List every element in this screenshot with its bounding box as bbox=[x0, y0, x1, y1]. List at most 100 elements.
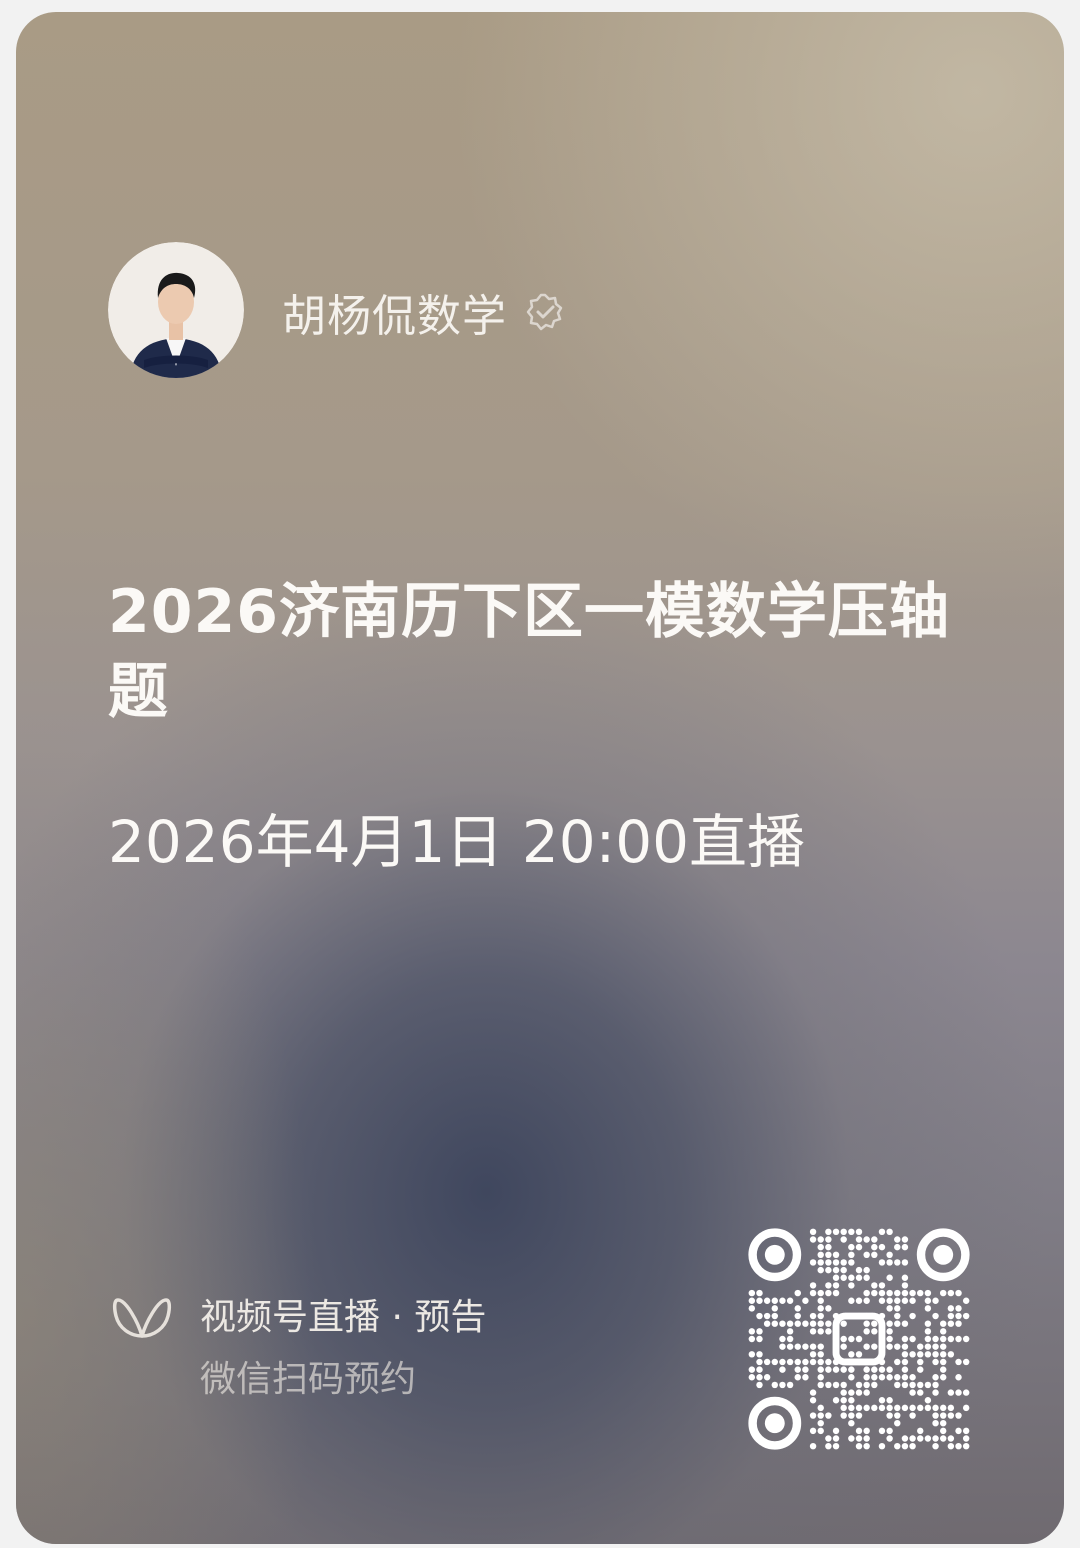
qr-module bbox=[748, 1351, 756, 1358]
qr-module bbox=[932, 1442, 939, 1450]
qr-module bbox=[809, 1236, 817, 1243]
qr-module bbox=[832, 1397, 840, 1404]
qr-module bbox=[756, 1328, 763, 1335]
qr-module bbox=[947, 1320, 955, 1327]
author-avatar[interactable] bbox=[108, 242, 244, 378]
qr-module bbox=[779, 1366, 786, 1373]
qr-module bbox=[932, 1374, 939, 1381]
qr-module bbox=[878, 1404, 886, 1412]
qr-module bbox=[917, 1358, 924, 1366]
qr-module bbox=[894, 1312, 901, 1320]
qr-module bbox=[855, 1442, 863, 1450]
author-row[interactable]: 胡杨侃数学 bbox=[282, 280, 565, 344]
qr-module bbox=[947, 1351, 955, 1358]
qr-module bbox=[901, 1259, 909, 1266]
qr-module bbox=[894, 1297, 901, 1304]
qr-module bbox=[863, 1374, 870, 1381]
qr-module bbox=[901, 1320, 909, 1327]
qr-module bbox=[863, 1289, 870, 1297]
qr-module bbox=[901, 1442, 909, 1450]
qr-module bbox=[939, 1427, 947, 1435]
qr-module bbox=[817, 1404, 824, 1412]
qr-module bbox=[939, 1335, 947, 1343]
qr-module bbox=[817, 1351, 824, 1358]
qr-module bbox=[955, 1320, 962, 1327]
qr-module bbox=[932, 1358, 939, 1366]
qr-module bbox=[871, 1243, 878, 1251]
qr-module bbox=[932, 1412, 939, 1419]
qr-module bbox=[771, 1381, 779, 1389]
qr-module bbox=[794, 1374, 801, 1381]
qr-module bbox=[855, 1266, 863, 1274]
qr-module bbox=[901, 1435, 909, 1442]
qr-module bbox=[855, 1351, 863, 1358]
qr-module bbox=[855, 1381, 863, 1389]
qr-module bbox=[863, 1320, 870, 1327]
qr-module bbox=[955, 1442, 962, 1450]
qr-module bbox=[863, 1404, 870, 1412]
qr-module bbox=[817, 1259, 824, 1266]
qr-module bbox=[932, 1419, 939, 1427]
qr-module bbox=[955, 1389, 962, 1396]
qr-module bbox=[909, 1412, 916, 1419]
qr-module bbox=[863, 1427, 870, 1435]
qr-module bbox=[894, 1259, 901, 1266]
qr-module bbox=[924, 1404, 932, 1412]
qr-module bbox=[863, 1343, 870, 1350]
qr-module bbox=[809, 1358, 817, 1366]
qr-module bbox=[848, 1251, 855, 1259]
qr-module bbox=[809, 1328, 817, 1335]
scan-hint: 微信扫码预约 bbox=[200, 1359, 417, 1400]
qr-module bbox=[917, 1389, 924, 1396]
qr-module bbox=[756, 1297, 763, 1304]
qr-module bbox=[825, 1236, 832, 1243]
qr-module bbox=[886, 1404, 893, 1412]
qr-module bbox=[802, 1358, 809, 1366]
qr-module bbox=[901, 1335, 909, 1343]
qr-module bbox=[832, 1251, 840, 1259]
qr-module bbox=[894, 1320, 901, 1327]
qr-module bbox=[871, 1289, 878, 1297]
qr-module bbox=[817, 1381, 824, 1389]
live-preview-card: 胡杨侃数学 2026济南历下区一模数学压轴题 2026年4月1日 20:00直播… bbox=[16, 12, 1064, 1544]
qr-module bbox=[779, 1320, 786, 1327]
author-name[interactable]: 胡杨侃数学 bbox=[282, 280, 507, 344]
qr-module bbox=[901, 1282, 909, 1289]
qr-module bbox=[855, 1389, 863, 1396]
qr-module bbox=[955, 1312, 962, 1320]
qr-module bbox=[909, 1404, 916, 1412]
qr-module bbox=[817, 1320, 824, 1327]
qr-module bbox=[848, 1419, 855, 1427]
qr-module bbox=[886, 1366, 893, 1373]
qr-module bbox=[939, 1404, 947, 1412]
qr-module bbox=[871, 1328, 878, 1335]
qr-module bbox=[771, 1320, 779, 1327]
qr-module bbox=[863, 1389, 870, 1396]
qr-module bbox=[848, 1389, 855, 1396]
qr-module bbox=[886, 1251, 893, 1259]
qr-module bbox=[817, 1427, 824, 1435]
qr-module bbox=[932, 1335, 939, 1343]
qr-module bbox=[909, 1312, 916, 1320]
qr-module bbox=[855, 1274, 863, 1281]
qr-module bbox=[955, 1358, 962, 1366]
qr-module bbox=[848, 1228, 855, 1236]
qr-module bbox=[939, 1412, 947, 1419]
qr-module bbox=[832, 1259, 840, 1266]
qr-module bbox=[886, 1412, 893, 1419]
qr-module bbox=[886, 1297, 893, 1304]
qr-module bbox=[909, 1289, 916, 1297]
qr-module bbox=[840, 1397, 847, 1404]
qr-module bbox=[817, 1374, 824, 1381]
qr-module bbox=[832, 1266, 840, 1274]
qr-module bbox=[825, 1358, 832, 1366]
qr-module bbox=[817, 1312, 824, 1320]
qr-module bbox=[748, 1335, 756, 1343]
qr-module bbox=[794, 1343, 801, 1350]
qr-module bbox=[932, 1404, 939, 1412]
qr-module bbox=[939, 1374, 947, 1381]
qr-code-icon[interactable] bbox=[748, 1228, 970, 1450]
qr-module bbox=[786, 1343, 794, 1350]
qr-module bbox=[848, 1243, 855, 1251]
qr-module bbox=[779, 1343, 786, 1350]
